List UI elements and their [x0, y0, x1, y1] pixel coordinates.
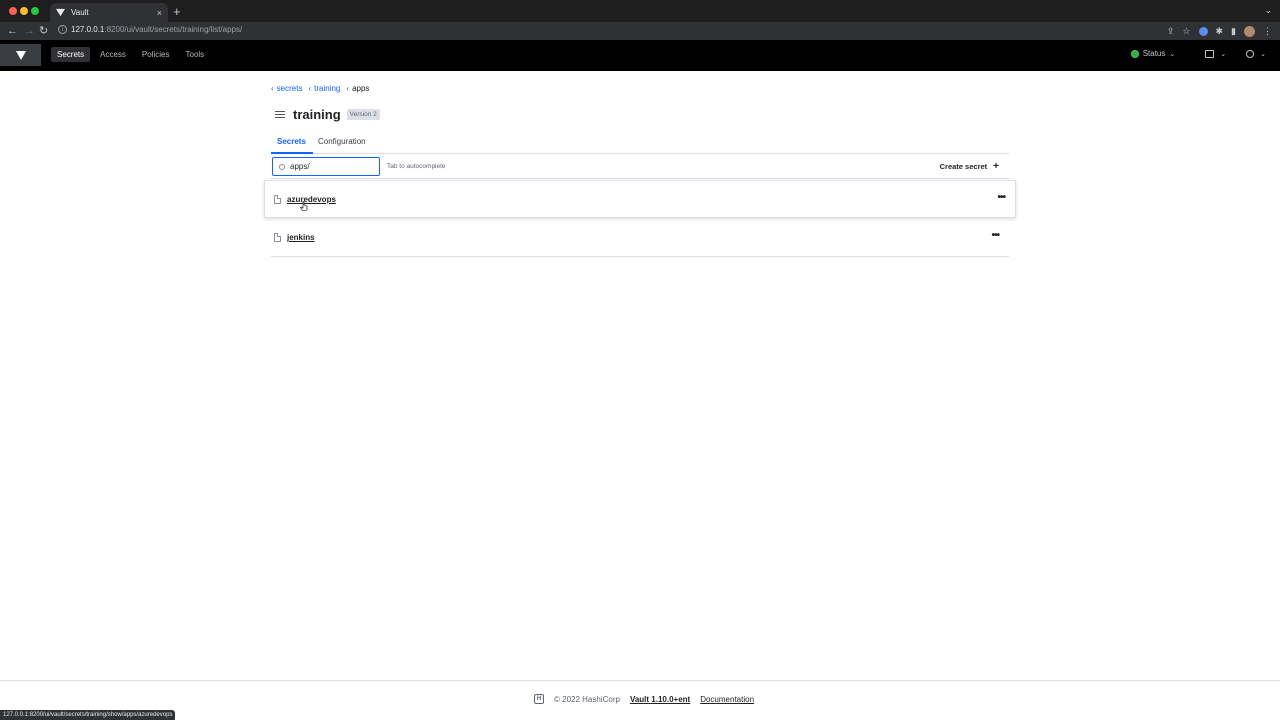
- status-menu[interactable]: Status ⌄: [1130, 49, 1176, 58]
- hashicorp-logo-icon: H: [534, 694, 544, 704]
- version-badge: Version 2: [346, 109, 380, 120]
- back-arrow-icon[interactable]: ←: [7, 24, 18, 38]
- hand-cursor-icon: [300, 201, 308, 211]
- more-options-icon[interactable]: •••: [997, 193, 1005, 203]
- tab-close-icon[interactable]: ×: [157, 8, 162, 18]
- terminal-icon: [1205, 49, 1215, 58]
- tab-configuration[interactable]: Configuration: [318, 137, 366, 146]
- browser-menu-icon[interactable]: ⋮: [1263, 24, 1272, 38]
- chevron-left-icon: ‹: [271, 84, 274, 93]
- browser-action-icons: ⇪ ☆ ✱ ▮ ⋮: [1167, 24, 1272, 38]
- breadcrumb-label: training: [314, 84, 341, 93]
- reload-icon[interactable]: ↻: [39, 24, 48, 38]
- url-path: :8200/ui/vault/secrets/training/list/app…: [104, 25, 243, 34]
- address-bar[interactable]: 127.0.0.1:8200/ui/vault/secrets/training…: [71, 25, 242, 34]
- more-options-icon[interactable]: •••: [991, 231, 999, 241]
- vault-favicon-icon: [56, 8, 65, 17]
- new-tab-button[interactable]: +: [173, 4, 181, 19]
- share-icon[interactable]: ⇪: [1167, 24, 1175, 38]
- sidebar-icon[interactable]: ▮: [1231, 24, 1236, 38]
- close-window-button[interactable]: [9, 7, 17, 15]
- navbar-right: Status ⌄ ⌄ ⌄: [1130, 49, 1266, 58]
- secrets-toolbar: Tab to autocomplete Create secret +: [271, 155, 1009, 179]
- nav-tools[interactable]: Tools: [180, 47, 211, 62]
- plus-icon: +: [993, 160, 999, 172]
- browser-tab-title: Vault: [71, 8, 89, 17]
- user-menu[interactable]: ⌄: [1246, 49, 1266, 58]
- page-title: training: [293, 107, 341, 122]
- vault-version-link[interactable]: Vault 1.10.0+ent: [630, 695, 690, 704]
- vault-logo-icon: [15, 50, 26, 60]
- active-tab-indicator: [271, 152, 313, 154]
- create-secret-button[interactable]: Create secret +: [939, 160, 999, 172]
- main-nav: Secrets Access Policies Tools: [51, 47, 210, 62]
- breadcrumb-current: ‹ apps: [346, 84, 369, 93]
- autocomplete-hint: Tab to autocomplete: [387, 163, 446, 170]
- nav-access[interactable]: Access: [94, 47, 132, 62]
- nav-policies[interactable]: Policies: [136, 47, 176, 62]
- console-toggle[interactable]: ⌄: [1205, 49, 1227, 58]
- chevron-left-icon: ‹: [346, 84, 350, 93]
- secret-link[interactable]: azuredevops: [287, 195, 336, 204]
- url-host: 127.0.0.1: [71, 25, 105, 34]
- bookmark-star-icon[interactable]: ☆: [1182, 24, 1190, 38]
- footer: H © 2022 HashiCorp Vault 1.10.0+ent Docu…: [534, 694, 754, 704]
- secret-filter-input[interactable]: [290, 162, 370, 171]
- file-icon: [274, 233, 281, 242]
- documentation-link[interactable]: Documentation: [700, 695, 754, 704]
- puzzle-extensions-icon[interactable]: ✱: [1216, 24, 1224, 38]
- profile-avatar[interactable]: [1244, 25, 1255, 37]
- footer-copyright: © 2022 HashiCorp: [554, 694, 620, 704]
- minimize-window-button[interactable]: [20, 7, 28, 15]
- chevron-down-icon: ⌄: [1260, 50, 1266, 58]
- secret-filter-box[interactable]: [272, 157, 380, 176]
- tab-search-chevron-icon[interactable]: ⌄: [1264, 5, 1272, 16]
- secret-link[interactable]: jenkins: [287, 233, 315, 242]
- browser-tabbar: Vault × + ⌄: [0, 0, 1280, 22]
- breadcrumb-secrets[interactable]: ‹ secrets: [271, 84, 302, 93]
- browser-tab[interactable]: Vault ×: [50, 3, 168, 22]
- page-heading: training Version 2: [275, 107, 380, 122]
- search-icon: [279, 163, 285, 170]
- vault-navbar: Secrets Access Policies Tools Status ⌄ ⌄…: [0, 40, 1280, 71]
- link-status-bubble: 127.0.0.1:8200/ui/vault/secrets/training…: [0, 710, 176, 720]
- user-icon: [1246, 49, 1255, 58]
- tab-secrets[interactable]: Secrets: [277, 137, 306, 146]
- browser-toolbar: ← → ↻ i 127.0.0.1:8200/ui/vault/secrets/…: [0, 22, 1280, 40]
- vault-logo[interactable]: [0, 44, 41, 66]
- breadcrumb: ‹ secrets ‹ training ‹ apps: [271, 84, 369, 93]
- chevron-left-icon: ‹: [308, 84, 312, 93]
- footer-divider: [0, 680, 1280, 681]
- nav-secrets[interactable]: Secrets: [51, 47, 91, 62]
- create-secret-label: Create secret: [939, 162, 988, 171]
- breadcrumb-label: secrets: [276, 84, 303, 93]
- site-info-icon[interactable]: i: [58, 25, 67, 34]
- maximize-window-button[interactable]: [31, 7, 39, 15]
- secret-row-jenkins[interactable]: jenkins •••: [271, 219, 1009, 257]
- list-icon: [275, 111, 285, 118]
- forward-arrow-icon[interactable]: →: [24, 24, 35, 38]
- file-icon: [274, 194, 281, 204]
- status-ok-icon: [1130, 49, 1139, 58]
- status-label: Status: [1142, 49, 1166, 58]
- engine-tabs: Secrets Configuration: [271, 134, 1009, 154]
- breadcrumb-label: apps: [352, 84, 370, 93]
- extension-icon[interactable]: [1198, 26, 1208, 36]
- secret-row-azuredevops[interactable]: azuredevops •••: [264, 180, 1016, 218]
- breadcrumb-training[interactable]: ‹ training: [308, 84, 340, 93]
- chevron-down-icon: ⌄: [1220, 50, 1227, 58]
- chevron-down-icon: ⌄: [1169, 50, 1176, 58]
